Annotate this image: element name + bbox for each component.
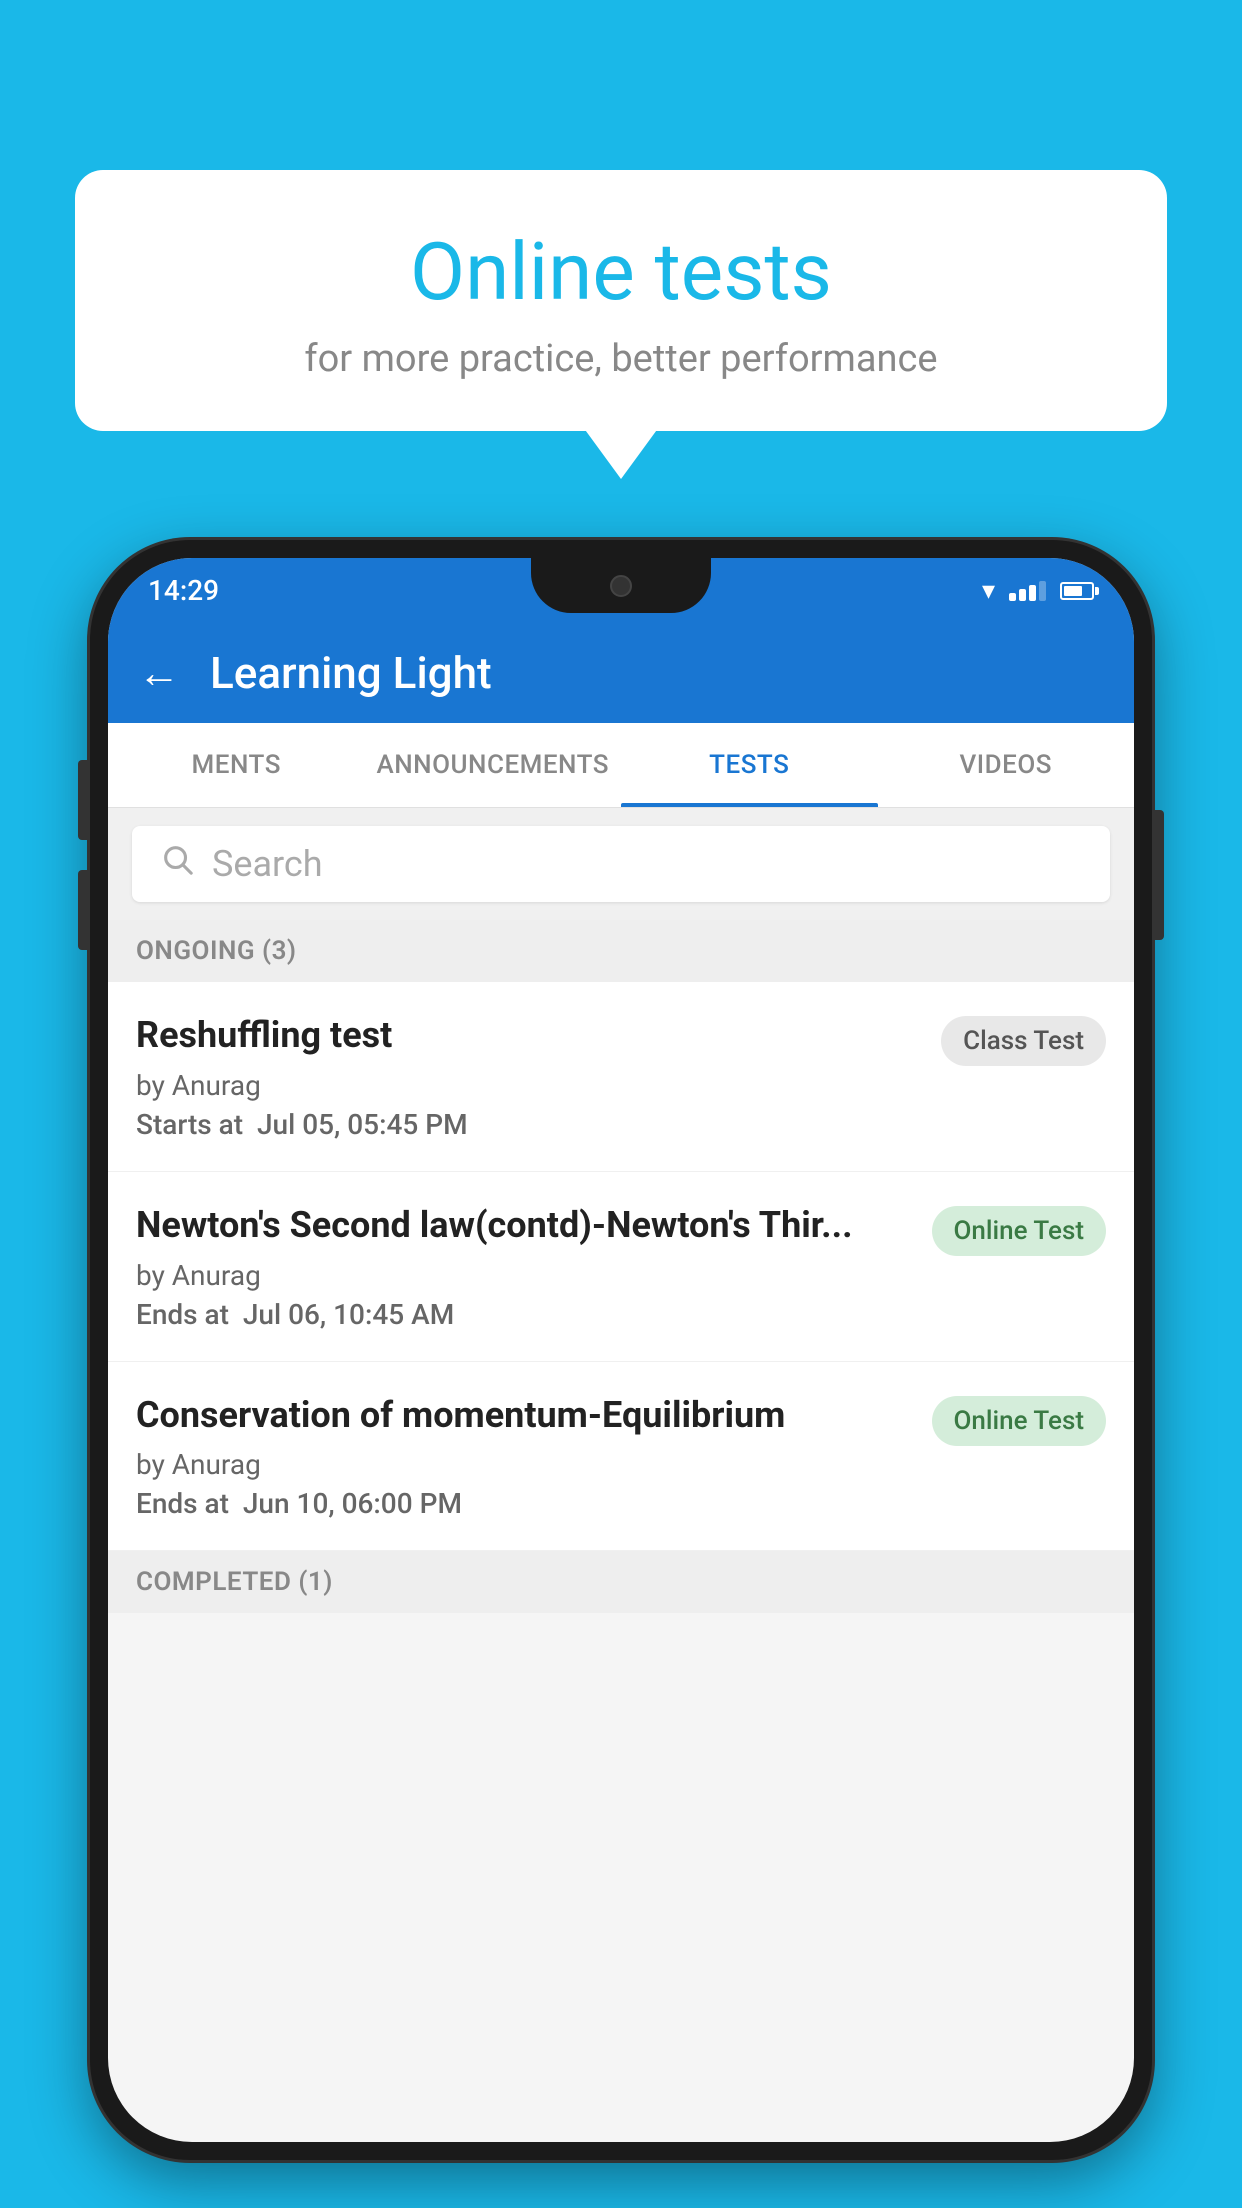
test-author-reshuffling: by Anurag [136, 1069, 925, 1102]
battery-icon [1060, 582, 1094, 600]
test-item-newton[interactable]: Newton's Second law(contd)-Newton's Thir… [108, 1172, 1134, 1362]
battery-fill [1064, 586, 1082, 596]
tab-ments[interactable]: MENTS [108, 723, 365, 807]
test-item-reshuffling[interactable]: Reshuffling test by Anurag Starts at Jul… [108, 982, 1134, 1172]
ongoing-section-header: ONGOING (3) [108, 920, 1134, 982]
test-time-reshuffling: Starts at Jul 05, 05:45 PM [136, 1108, 925, 1141]
tab-tests[interactable]: TESTS [621, 723, 878, 807]
tab-announcements[interactable]: ANNOUNCEMENTS [365, 723, 622, 807]
test-info-newton: Newton's Second law(contd)-Newton's Thir… [136, 1202, 916, 1331]
phone-outer: 14:29 ▾ ← Learning Light [90, 540, 1152, 2160]
test-name-newton: Newton's Second law(contd)-Newton's Thir… [136, 1202, 916, 1249]
test-author-newton: by Anurag [136, 1259, 916, 1292]
app-bar: ← Learning Light [108, 623, 1134, 723]
wifi-icon: ▾ [982, 576, 995, 606]
front-camera [610, 575, 632, 597]
signal-bars [1009, 581, 1046, 601]
test-info-conservation: Conservation of momentum-Equilibrium by … [136, 1392, 916, 1521]
test-author-conservation: by Anurag [136, 1448, 916, 1481]
back-button[interactable]: ← [138, 649, 180, 698]
completed-section-title: COMPLETED (1) [136, 1567, 333, 1597]
test-name-reshuffling: Reshuffling test [136, 1012, 925, 1059]
test-badge-newton: Online Test [932, 1206, 1107, 1256]
tabs-container: MENTS ANNOUNCEMENTS TESTS VIDEOS [108, 723, 1134, 808]
test-time-newton: Ends at Jul 06, 10:45 AM [136, 1298, 916, 1331]
search-icon [160, 842, 194, 886]
ongoing-section-title: ONGOING (3) [136, 936, 297, 966]
speech-bubble-subtitle: for more practice, better performance [135, 337, 1107, 381]
signal-bar-4 [1039, 581, 1046, 601]
test-badge-conservation: Online Test [932, 1396, 1107, 1446]
search-placeholder: Search [212, 843, 323, 885]
phone-mockup: 14:29 ▾ ← Learning Light [90, 540, 1152, 2208]
search-bar[interactable]: Search [132, 826, 1110, 902]
app-title: Learning Light [210, 647, 492, 699]
test-item-conservation[interactable]: Conservation of momentum-Equilibrium by … [108, 1362, 1134, 1552]
phone-screen: 14:29 ▾ ← Learning Light [108, 558, 1134, 2142]
status-time: 14:29 [148, 574, 219, 607]
search-container: Search [108, 808, 1134, 920]
status-icons: ▾ [982, 576, 1094, 606]
phone-notch [531, 558, 711, 613]
tab-videos[interactable]: VIDEOS [878, 723, 1135, 807]
volume-up-button [78, 760, 88, 840]
test-name-conservation: Conservation of momentum-Equilibrium [136, 1392, 916, 1439]
test-time-conservation: Ends at Jun 10, 06:00 PM [136, 1487, 916, 1520]
power-button [1154, 810, 1164, 940]
test-badge-reshuffling: Class Test [941, 1016, 1106, 1066]
signal-bar-1 [1009, 593, 1016, 601]
volume-down-button [78, 870, 88, 950]
speech-bubble: Online tests for more practice, better p… [75, 170, 1167, 431]
signal-bar-3 [1029, 585, 1036, 601]
completed-section-header: COMPLETED (1) [108, 1551, 1134, 1613]
signal-bar-2 [1019, 589, 1026, 601]
speech-bubble-title: Online tests [135, 225, 1107, 319]
test-info-reshuffling: Reshuffling test by Anurag Starts at Jul… [136, 1012, 925, 1141]
